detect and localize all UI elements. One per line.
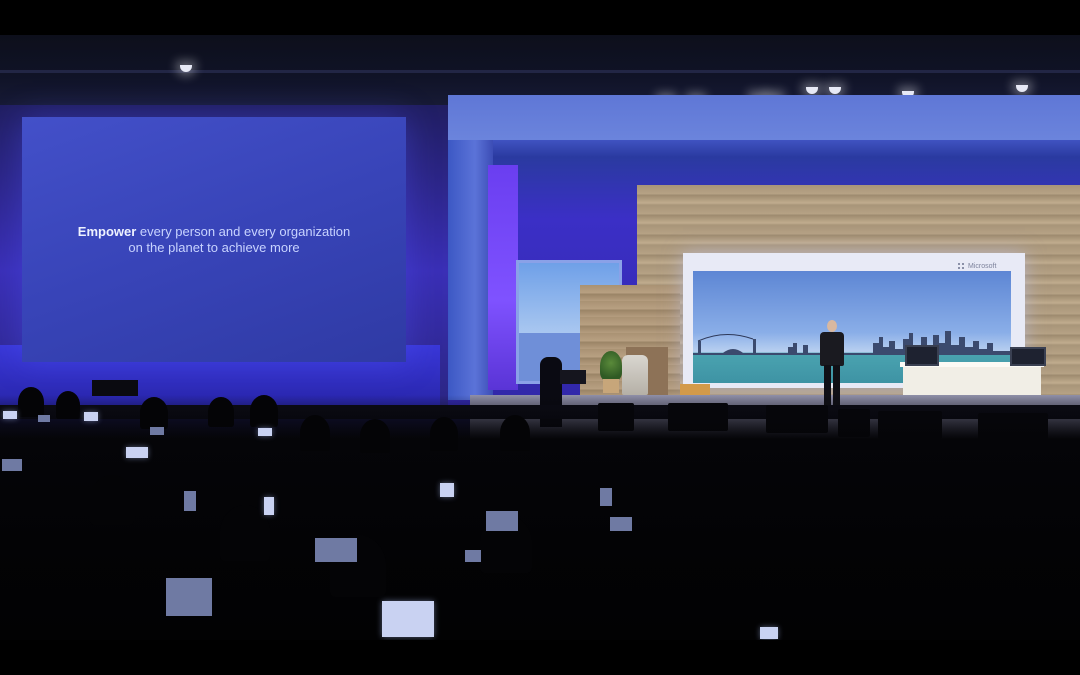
speaker-head	[827, 320, 837, 332]
laptop-screen	[84, 412, 98, 421]
speaker-torso	[820, 332, 844, 366]
planter	[603, 379, 619, 393]
laptop-screen	[610, 517, 632, 531]
presentation-screen: Empower every person and every organizat…	[22, 117, 406, 362]
desk-monitor	[1010, 347, 1046, 366]
audience-member	[220, 505, 270, 561]
windows-logo-icon	[957, 262, 965, 270]
laptop-screen	[38, 415, 50, 422]
lounge-chair	[622, 355, 648, 395]
laptop-screen	[760, 627, 778, 639]
audience-member	[90, 475, 134, 525]
audience-member	[250, 395, 278, 427]
laptop-screen	[166, 578, 212, 616]
microsoft-logo: Microsoft	[957, 260, 996, 272]
laptop-screen	[150, 427, 164, 435]
stage-header-band	[448, 95, 1080, 140]
audience-member	[430, 417, 458, 451]
laptop-screen	[465, 550, 481, 562]
laptop-screen	[3, 411, 17, 419]
laptop-screen	[184, 491, 196, 511]
keynote-stage-photo: Empower every person and every organizat…	[0, 35, 1080, 640]
laptop-screen	[382, 601, 434, 637]
truss-beam	[0, 70, 1080, 73]
letterbox-bottom	[0, 640, 1080, 675]
potted-plant	[600, 351, 622, 381]
audience-member	[300, 415, 330, 451]
audience-member	[56, 391, 80, 419]
audience-member	[18, 387, 44, 417]
video-camera	[560, 370, 586, 384]
letterbox-top	[0, 0, 1080, 35]
laptop-screen	[315, 538, 357, 562]
laptop-screen	[2, 459, 22, 471]
laptop-screen	[126, 447, 148, 458]
mission-statement: Empower every person and every organizat…	[22, 224, 406, 256]
audience-member	[500, 415, 530, 451]
city-skyline	[693, 331, 1011, 355]
laptop-screen	[486, 511, 518, 531]
slide-emphasis: Empower	[77, 224, 137, 239]
audience-camera	[92, 380, 138, 396]
laptop-screen	[264, 497, 274, 515]
laptop-screen	[440, 483, 454, 497]
audience-member	[140, 397, 168, 429]
stage-pillar	[448, 140, 493, 400]
laptop-screen	[600, 488, 612, 506]
microsoft-wordmark: Microsoft	[968, 262, 997, 270]
spotlight	[1016, 85, 1028, 92]
spotlight	[829, 87, 841, 94]
desk-monitor	[905, 345, 939, 366]
audience-member	[208, 397, 234, 427]
slide-line1: every person and every organization	[136, 224, 351, 239]
laptop-screen	[258, 428, 272, 436]
purple-light-panel	[488, 165, 518, 390]
spotlight	[806, 87, 818, 94]
slide-line2: on the planet to achieve more	[128, 240, 300, 255]
audience-member	[360, 419, 390, 453]
